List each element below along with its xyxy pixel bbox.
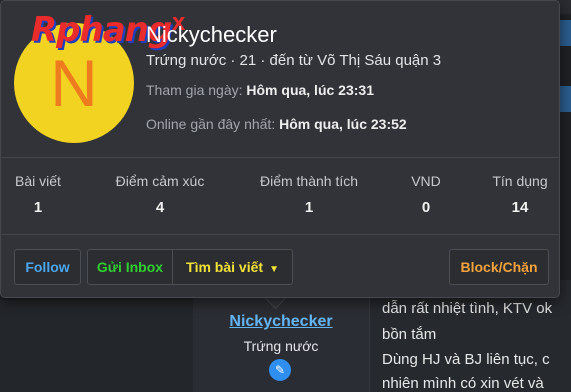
post-text-line: bồn tắm [382, 326, 437, 343]
user-badge-icon: ✎ [269, 359, 291, 381]
member-username[interactable]: Nickychecker [146, 22, 277, 48]
last-seen-label: Online gần đây nhất: [146, 116, 276, 132]
stat-label: Điểm thành tích [259, 173, 359, 189]
stat-label: Điểm cảm xúc [115, 173, 205, 189]
find-posts-button[interactable]: Tìm bài viết ▼ [172, 249, 293, 285]
block-button[interactable]: Block/Chặn [449, 249, 549, 285]
stat-reactions[interactable]: Điểm cảm xúc 4 [100, 173, 220, 216]
post-text-line: Dùng HJ và BJ liên tục, c [382, 351, 550, 368]
send-inbox-button[interactable]: Gửi Inbox [87, 249, 173, 285]
post-text-line: nhiên mình có xin vét và [382, 375, 544, 392]
stat-label: Bài viết [15, 173, 61, 189]
caret-down-icon: ▼ [269, 264, 279, 275]
stats-divider-bottom [1, 234, 559, 235]
post-user-title: Trứng nước [243, 338, 319, 354]
joined-value: Hôm qua, lúc 23:31 [246, 82, 374, 98]
stat-value: 1 [33, 199, 43, 216]
post-text-line: dẫn rất nhiệt tình, KTV ok [382, 300, 553, 317]
member-blurb: Trứng nước · 21 · đến từ Võ Thị Sáu quận… [146, 52, 442, 69]
last-seen-value: Hôm qua, lúc 23:52 [279, 116, 407, 132]
joined-row: Tham gia ngày: Hôm qua, lúc 23:31 [146, 82, 374, 98]
find-posts-label: Tìm bài viết [186, 259, 264, 275]
stat-posts[interactable]: Bài viết 1 [0, 173, 98, 216]
stat-value: 4 [155, 199, 165, 216]
member-tooltip-card: N Rphang x Nickychecker Trứng nước · 21 … [0, 0, 560, 298]
stat-label: Tín dụng [492, 173, 548, 189]
last-seen-row: Online gần đây nhất: Hôm qua, lúc 23:52 [146, 116, 407, 132]
post-username-link[interactable]: Nickychecker [193, 313, 369, 331]
stat-trophies[interactable]: Điểm thành tích 1 [249, 173, 369, 216]
forum-left-area [0, 300, 193, 392]
follow-button[interactable]: Follow [14, 249, 81, 285]
stats-divider-top [1, 157, 559, 158]
stat-value: 14 [511, 199, 529, 216]
stat-credits: Tín dụng 14 [460, 173, 571, 216]
stat-value: 1 [304, 199, 314, 216]
joined-label: Tham gia ngày: [146, 82, 243, 98]
